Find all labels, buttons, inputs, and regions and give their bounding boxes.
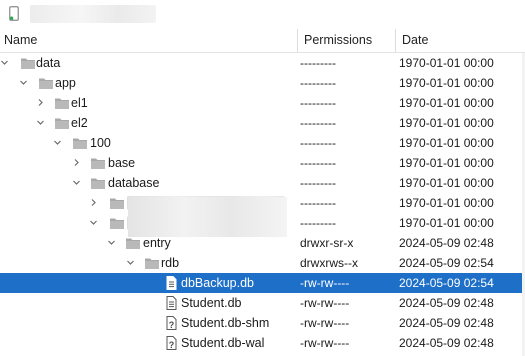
chevron-right-icon[interactable] (37, 99, 44, 106)
file-name: app (55, 76, 76, 90)
file-date: 1970-01-01 00:00 (399, 176, 494, 190)
file-icon (166, 276, 177, 290)
file-permissions: drwxr-sr-x (300, 236, 354, 250)
file-permissions: -rw-rw---- (300, 296, 350, 310)
file-date: 1970-01-01 00:00 (399, 156, 494, 170)
redacted-region (128, 197, 287, 237)
file-permissions: --------- (300, 156, 336, 170)
tree-row[interactable]: Student.db -rw-rw---- 2024-05-09 02:48 (0, 293, 525, 313)
unknown-file-icon: ? (166, 336, 177, 350)
file-permissions: --------- (300, 116, 336, 130)
file-name: rdb (161, 256, 180, 270)
file-permissions: --------- (300, 196, 336, 210)
file-date: 1970-01-01 00:00 (399, 96, 494, 110)
file-permissions: -rw-rw---- (300, 316, 350, 330)
file-permissions: --------- (300, 76, 336, 90)
chevron-down-icon[interactable] (54, 139, 61, 146)
tree-row[interactable]: 100 --------- 1970-01-01 00:00 (0, 133, 525, 153)
folder-icon (110, 218, 124, 229)
folder-icon (110, 198, 124, 209)
chevron-down-icon[interactable] (1, 59, 8, 66)
tree-row[interactable]: rdb drwxrws--x 2024-05-09 02:54 (0, 253, 525, 273)
file-name: dbBackup.db (181, 276, 254, 290)
file-date: 1970-01-01 00:00 (399, 216, 494, 230)
chevron-down-icon[interactable] (37, 119, 44, 126)
file-date: 1970-01-01 00:00 (399, 136, 494, 150)
file-permissions: drwxrws--x (300, 256, 358, 270)
file-permissions: --------- (300, 56, 336, 70)
tree-row[interactable]: ? Student.db-wal -rw-rw---- 2024-05-09 02:4… (0, 333, 525, 353)
file-name: el2 (71, 116, 88, 130)
file-permissions: --------- (300, 216, 336, 230)
tree-row[interactable]: base --------- 1970-01-01 00:00 (0, 153, 525, 173)
tree-row[interactable]: app --------- 1970-01-01 00:00 (0, 73, 525, 93)
file-permissions: --------- (300, 96, 336, 110)
file-name: database (108, 176, 160, 190)
device-icon (9, 6, 19, 21)
chevron-right-icon[interactable] (73, 159, 80, 166)
file-permissions: -rw-rw---- (300, 336, 350, 350)
tree-row[interactable]: database --------- 1970-01-01 00:00 (0, 173, 525, 193)
folder-icon (55, 98, 69, 109)
folder-icon (91, 178, 105, 189)
svg-text:?: ? (169, 320, 175, 330)
column-header: Name Permissions Date (0, 29, 525, 53)
file-permissions: --------- (300, 136, 336, 150)
tree-row[interactable]: el2 --------- 1970-01-01 00:00 (0, 113, 525, 133)
tree-row[interactable]: data --------- 1970-01-01 00:00 (0, 53, 525, 73)
chevron-down-icon[interactable] (90, 219, 97, 226)
folder-icon (73, 138, 87, 149)
file-name: Student.db (181, 296, 242, 310)
file-permissions: -rw-rw---- (300, 276, 350, 290)
file-date: 1970-01-01 00:00 (399, 196, 494, 210)
device-selector[interactable] (0, 0, 525, 28)
folder-icon (39, 78, 53, 89)
tree-row[interactable]: dbBackup.db -rw-rw---- 2024-05-09 02:54 (0, 273, 525, 293)
svg-text:?: ? (169, 340, 175, 350)
file-date: 1970-01-01 00:00 (399, 116, 494, 130)
file-name: Student.db-shm (181, 316, 270, 330)
column-date[interactable]: Date (402, 29, 428, 52)
folder-icon (21, 58, 35, 69)
column-permissions[interactable]: Permissions (304, 29, 372, 52)
file-date: 2024-05-09 02:48 (399, 316, 494, 330)
file-date: 2024-05-09 02:48 (399, 336, 494, 350)
file-name: Student.db-wal (181, 336, 265, 350)
file-name: base (108, 156, 136, 170)
file-name: 100 (90, 136, 111, 150)
folder-icon (55, 118, 69, 129)
column-divider[interactable] (297, 29, 298, 52)
column-divider[interactable] (395, 29, 396, 52)
file-permissions: --------- (300, 176, 336, 190)
chevron-down-icon[interactable] (127, 259, 134, 266)
chevron-down-icon[interactable] (108, 239, 115, 246)
tree-row[interactable]: el1 --------- 1970-01-01 00:00 (0, 93, 525, 113)
chevron-right-icon[interactable] (90, 199, 97, 206)
file-date: 1970-01-01 00:00 (399, 76, 494, 90)
file-date: 2024-05-09 02:54 (399, 276, 494, 290)
file-date: 2024-05-09 02:54 (399, 256, 494, 270)
unknown-file-icon: ? (166, 316, 177, 330)
column-name[interactable]: Name (4, 29, 37, 52)
device-name-redacted (30, 5, 156, 23)
file-date: 2024-05-09 02:48 (399, 296, 494, 310)
file-icon (166, 296, 177, 310)
folder-icon (145, 258, 159, 269)
folder-icon (126, 238, 140, 249)
chevron-down-icon[interactable] (73, 179, 80, 186)
file-name: el1 (71, 96, 88, 110)
file-date: 2024-05-09 02:48 (399, 236, 494, 250)
file-name: data (36, 56, 61, 70)
folder-icon (91, 158, 105, 169)
tree-row[interactable]: ? Student.db-shm -rw-rw---- 2024-05-09 02:4… (0, 313, 525, 333)
file-date: 1970-01-01 00:00 (399, 56, 494, 70)
chevron-down-icon[interactable] (20, 79, 27, 86)
